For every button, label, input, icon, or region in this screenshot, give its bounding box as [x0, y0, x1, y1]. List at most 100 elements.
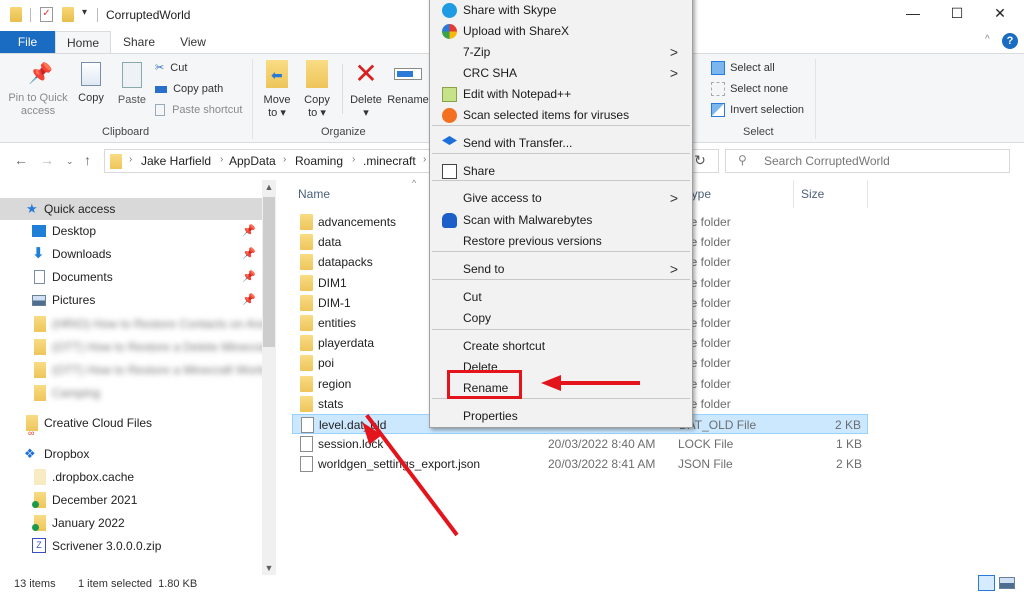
pin-icon[interactable]: 📌 [242, 289, 256, 311]
sidebar-item-pictures[interactable]: Pictures 📌 [0, 289, 262, 311]
sidebar-item-december-2021[interactable]: December 2021 [0, 489, 262, 511]
synced-folder-icon [32, 492, 46, 508]
sidebar-item-desktop[interactable]: Desktop 📌 [0, 220, 262, 242]
pin-icon[interactable]: 📌 [242, 220, 256, 242]
menu-item-create-shortcut[interactable]: Create shortcut [432, 336, 690, 357]
customize-quick-access-icon[interactable]: ▾ [82, 7, 87, 18]
folder-icon [300, 254, 313, 271]
folder-icon [300, 294, 313, 311]
sidebar-item-label: December 2021 [52, 493, 138, 507]
new-folder-icon[interactable] [62, 7, 74, 22]
menu-item-7-zip[interactable]: 7-Zip > [432, 42, 690, 63]
help-icon[interactable]: ? [1002, 33, 1018, 49]
paste-button[interactable]: Paste [114, 62, 150, 107]
search-box[interactable]: ⚲ Search CorruptedWorld [725, 149, 1010, 173]
copy-button[interactable]: Copy [74, 62, 108, 105]
sidebar-scrollbar[interactable]: ▲ ▼ [262, 180, 276, 575]
file-icon [300, 456, 313, 473]
sidebar-item-label: .dropbox.cache [52, 470, 135, 484]
move-to-icon: ⬅ [266, 60, 288, 88]
file-row[interactable]: worldgen_settings_export.json 20/03/2022 … [292, 454, 868, 474]
submenu-chevron-icon: > [669, 261, 678, 277]
breadcrumb-separator: › [423, 154, 427, 165]
column-separator[interactable] [793, 180, 794, 208]
menu-item-crc-sha[interactable]: CRC SHA > [432, 63, 690, 84]
details-view-button[interactable] [978, 575, 995, 591]
up-button[interactable]: ↑ [84, 152, 91, 168]
rename-ribbon-button[interactable]: Rename [386, 60, 430, 107]
menu-item-scan-selected-items-for-viruses[interactable]: Scan selected items for viruses [432, 105, 690, 126]
menu-item-send-with-transfer[interactable]: Send with Transfer... [432, 133, 690, 154]
delete-x-icon: ✕ [354, 58, 378, 89]
sidebar-item-blurred-folder[interactable]: Camping [0, 382, 262, 404]
properties-checkbox-icon[interactable]: ✓ [40, 7, 53, 22]
copy-to-label-line1: Copy [304, 94, 330, 106]
menu-item-cut[interactable]: Cut [432, 287, 690, 308]
menu-item-copy[interactable]: Copy [432, 308, 690, 329]
paste-shortcut-button[interactable]: Paste shortcut [155, 100, 242, 120]
back-button[interactable]: ← [14, 152, 28, 168]
sidebar-item-dropbox-cache[interactable]: .dropbox.cache [0, 466, 262, 488]
sidebar-item-january-2022[interactable]: January 2022 [0, 512, 262, 534]
search-input[interactable]: Search CorruptedWorld [764, 154, 890, 168]
scrollbar-thumb[interactable] [263, 197, 275, 347]
menu-item-scan-with-malwarebytes[interactable]: Scan with Malwarebytes [432, 210, 690, 231]
select-all-button[interactable]: Select all [711, 58, 775, 78]
tab-home[interactable]: Home [55, 31, 111, 53]
close-button[interactable]: ✕ [985, 5, 1015, 25]
tab-share[interactable]: Share [111, 31, 167, 53]
menu-item-give-access-to[interactable]: Give access to > [432, 188, 690, 209]
sidebar-item-blurred-folder[interactable]: (OTT) How to Restore a Delete Minecraft … [0, 336, 262, 358]
column-header-name[interactable]: Name [298, 187, 330, 201]
sidebar-item-scrivener-zip[interactable]: Z Scrivener 3.0.0.0.zip [0, 535, 262, 557]
menu-item-share[interactable]: Share [432, 161, 690, 182]
breadcrumb-separator: › [129, 154, 133, 165]
scroll-up-arrow[interactable]: ▲ [262, 182, 276, 192]
tab-file[interactable]: File [0, 31, 55, 53]
folder-icon [300, 214, 313, 230]
menu-item-edit-with-notepad[interactable]: Edit with Notepad++ [432, 84, 690, 105]
sidebar-item-creative-cloud-files[interactable]: ∞ Creative Cloud Files [0, 412, 262, 438]
sidebar-item-documents[interactable]: Documents 📌 [0, 266, 262, 288]
menu-item-label: Share with Skype [463, 3, 557, 17]
sidebar-item-dropbox[interactable]: ❖ Dropbox [0, 443, 262, 465]
breadcrumb-jake-harfield[interactable]: Jake Harfield [141, 154, 211, 168]
menu-item-share-with-skype[interactable]: Share with Skype [432, 0, 690, 21]
scroll-down-arrow[interactable]: ▼ [262, 563, 276, 573]
delete-button[interactable]: ✕ Delete ▾ [347, 60, 385, 120]
paste-icon [122, 62, 142, 88]
tab-view[interactable]: View [167, 31, 219, 53]
column-separator[interactable] [867, 180, 868, 208]
notepad-plus-plus-icon [442, 87, 457, 102]
copy-path-button[interactable]: Copy path [155, 79, 223, 99]
folder-icon [300, 274, 313, 291]
large-icons-view-button[interactable] [999, 577, 1015, 589]
select-none-button[interactable]: Select none [711, 79, 788, 99]
pin-to-quick-access-button[interactable]: 📌 Pin to Quick access [6, 62, 70, 118]
invert-selection-button[interactable]: Invert selection [711, 100, 804, 120]
documents-icon [34, 270, 45, 284]
menu-item-send-to[interactable]: Send to > [432, 259, 690, 280]
forward-button[interactable]: → [40, 152, 54, 168]
pin-icon[interactable]: 📌 [242, 266, 256, 288]
sidebar-item-blurred-folder[interactable]: (HRIO) How to Restore Contacts on Androi… [0, 313, 262, 335]
move-to-button[interactable]: ⬅ Move to ▾ [260, 60, 294, 120]
minimize-button[interactable]: — [898, 5, 928, 25]
menu-item-restore-previous-versions[interactable]: Restore previous versions [432, 231, 690, 252]
column-header-size[interactable]: Size [801, 187, 824, 201]
sidebar-item-downloads[interactable]: ⬇ Downloads 📌 [0, 243, 262, 265]
recent-locations-button[interactable]: ⌄ [66, 156, 74, 167]
collapse-ribbon-icon[interactable]: ^ [985, 34, 990, 45]
pin-icon[interactable]: 📌 [242, 243, 256, 265]
clipboard-group-label: Clipboard [102, 126, 150, 138]
cut-button[interactable]: ✂ Cut [155, 58, 187, 78]
menu-item-upload-with-sharex[interactable]: Upload with ShareX [432, 21, 690, 42]
breadcrumb-minecraft[interactable]: .minecraft [363, 154, 416, 168]
maximize-button[interactable]: ☐ [942, 5, 972, 25]
breadcrumb-appdata[interactable]: AppData [229, 154, 276, 168]
copy-to-button[interactable]: Copy to ▾ [300, 60, 334, 120]
sidebar-item-quick-access[interactable]: ★ Quick access [0, 198, 262, 220]
menu-item-properties[interactable]: Properties [432, 406, 690, 427]
sidebar-item-blurred-folder[interactable]: (OTT) How to Restore a Minecraft World [0, 359, 262, 381]
breadcrumb-roaming[interactable]: Roaming [295, 154, 343, 168]
